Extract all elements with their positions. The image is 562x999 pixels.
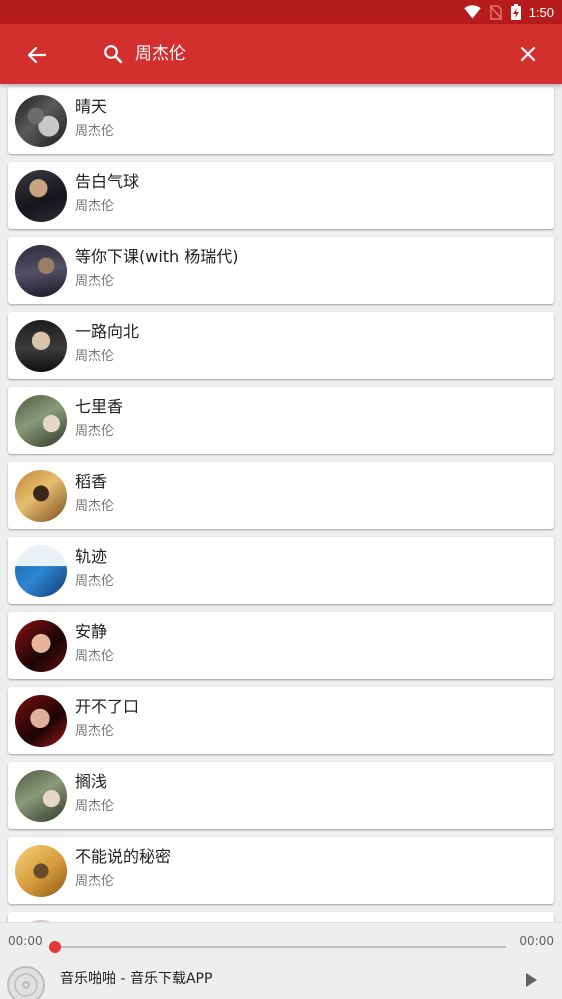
album-cover-image <box>15 245 67 297</box>
arrow-back-icon <box>28 47 46 63</box>
clear-search-button[interactable] <box>513 39 543 69</box>
song-list-item[interactable] <box>8 912 554 922</box>
song-title: 不能说的秘密 <box>75 847 172 866</box>
song-title: 搁浅 <box>75 772 108 791</box>
search-input[interactable]: 周杰伦 <box>135 41 186 67</box>
song-list-item[interactable]: 安静 周杰伦 <box>8 612 554 679</box>
song-list-item[interactable]: 轨迹 周杰伦 <box>8 537 554 604</box>
song-artist: 周杰伦 <box>75 199 115 214</box>
play-button[interactable] <box>520 969 542 991</box>
status-time: 1:50 <box>528 4 554 20</box>
seek-bar[interactable] <box>56 946 506 948</box>
album-cover-image <box>15 170 67 222</box>
wifi-icon <box>463 5 481 19</box>
total-time: 00:00 <box>519 934 554 948</box>
song-title: 七里香 <box>75 397 124 416</box>
now-playing-title: 音乐啪啪 - 音乐下载APP <box>60 971 213 987</box>
album-cover-image <box>15 695 67 747</box>
song-artist: 周杰伦 <box>75 724 115 739</box>
album-cover-image <box>15 470 67 522</box>
song-artist: 周杰伦 <box>75 124 115 139</box>
album-cover-image <box>15 320 67 372</box>
seek-thumb[interactable] <box>49 941 61 953</box>
song-artist: 周杰伦 <box>75 349 115 364</box>
song-title: 稻香 <box>75 472 108 491</box>
status-bar: 1:50 <box>0 0 562 24</box>
song-artist: 周杰伦 <box>75 574 115 589</box>
song-title: 开不了口 <box>75 697 140 716</box>
song-title: 轨迹 <box>75 547 108 566</box>
song-title: 告白气球 <box>75 172 140 191</box>
song-list-item[interactable]: 开不了口 周杰伦 <box>8 687 554 754</box>
song-list-item[interactable]: 七里香 周杰伦 <box>8 387 554 454</box>
song-title: 晴天 <box>75 97 108 116</box>
song-title: 一路向北 <box>75 322 140 341</box>
album-cover-image <box>15 95 67 147</box>
song-list-item[interactable]: 一路向北 周杰伦 <box>8 312 554 379</box>
search-app-bar: 周杰伦 <box>0 24 562 84</box>
mini-player: 00:00 00:00 音乐啪啪 - 音乐下载APP <box>0 922 562 999</box>
song-artist: 周杰伦 <box>75 499 115 514</box>
song-artist: 周杰伦 <box>75 799 115 814</box>
album-cover-image <box>15 545 67 597</box>
song-artist: 周杰伦 <box>75 649 115 664</box>
song-artist: 周杰伦 <box>75 424 115 439</box>
album-cover-image <box>15 845 67 897</box>
song-list-item[interactable]: 搁浅 周杰伦 <box>8 762 554 829</box>
album-cover-image <box>15 395 67 447</box>
current-time: 00:00 <box>8 934 43 948</box>
no-sim-icon <box>489 4 502 20</box>
disc-icon[interactable] <box>6 965 46 999</box>
song-list[interactable]: 晴天 周杰伦 告白气球 周杰伦 等你下课(with 杨瑞代) 周杰伦 一路向北 周杰伦 七里香周… <box>0 84 562 922</box>
song-list-item[interactable]: 等你下课(with 杨瑞代) 周杰伦 <box>8 237 554 304</box>
song-list-item[interactable]: 稻香 周杰伦 <box>8 462 554 529</box>
battery-charging-icon <box>510 4 521 20</box>
song-artist: 周杰伦 <box>75 274 115 289</box>
song-artist: 周杰伦 <box>75 874 115 889</box>
album-cover-image <box>15 770 67 822</box>
play-icon <box>526 973 537 987</box>
search-icon <box>100 41 126 67</box>
song-title: 安静 <box>75 622 108 641</box>
song-list-item[interactable]: 晴天 周杰伦 <box>8 87 554 154</box>
song-list-item[interactable]: 不能说的秘密 周杰伦 <box>8 837 554 904</box>
close-icon <box>520 46 536 62</box>
album-cover-image <box>15 620 67 672</box>
song-list-item[interactable]: 告白气球 周杰伦 <box>8 162 554 229</box>
back-button[interactable] <box>22 40 52 70</box>
song-title: 等你下课(with 杨瑞代) <box>75 247 239 266</box>
